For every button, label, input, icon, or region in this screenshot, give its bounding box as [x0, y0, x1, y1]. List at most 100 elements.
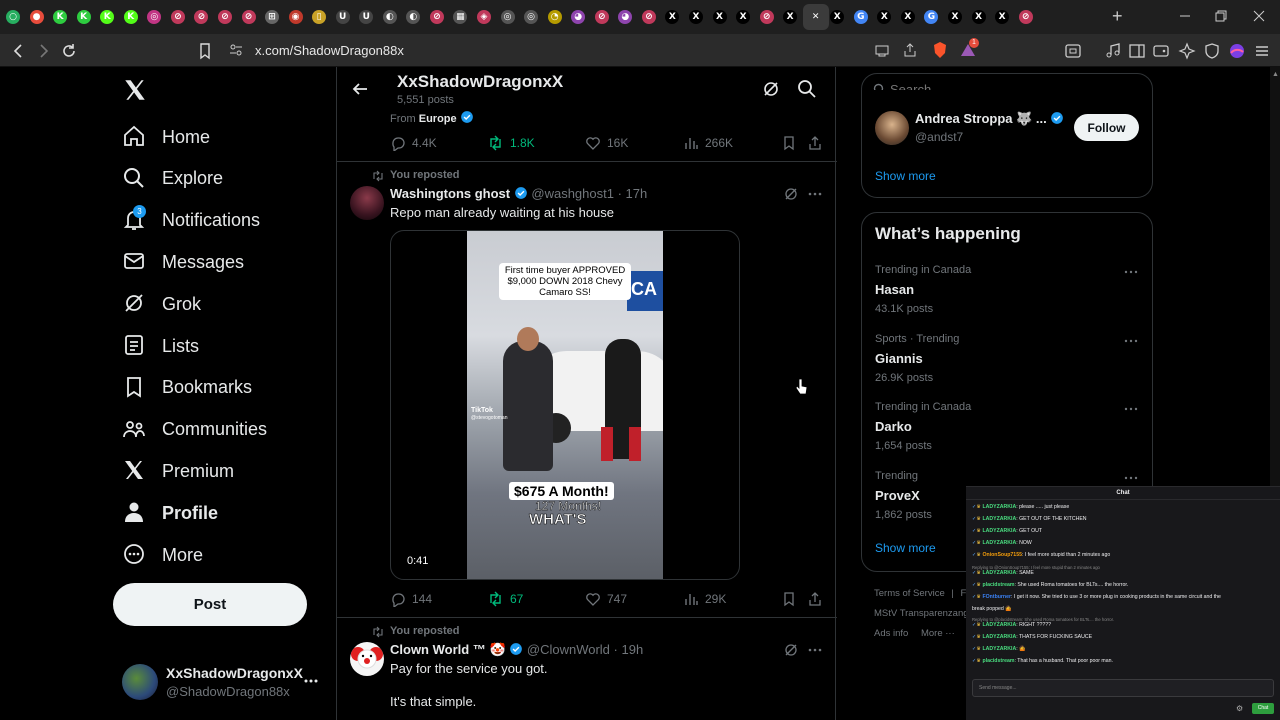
repost-button[interactable]: 1.8K — [487, 135, 535, 151]
wallet-icon[interactable] — [1152, 42, 1170, 60]
chat-username[interactable]: OnionSoup7155 — [982, 552, 1022, 558]
reload-icon[interactable] — [60, 42, 78, 60]
browser-tab[interactable]: ⊘ — [190, 6, 212, 28]
share-post-icon[interactable] — [807, 135, 823, 151]
nav-item-premium[interactable]: Premium — [122, 450, 234, 492]
screenshot-icon[interactable] — [1064, 42, 1082, 60]
browser-tab[interactable]: ◕ — [614, 6, 636, 28]
browser-tab[interactable]: ⊘ — [591, 6, 613, 28]
nav-item-explore[interactable]: Explore — [122, 158, 223, 200]
browser-tab[interactable]: ⊘ — [756, 6, 778, 28]
browser-tab[interactable]: ⊘ — [638, 6, 660, 28]
chat-username[interactable]: placidstream — [982, 582, 1014, 588]
views-button[interactable]: 29K — [683, 591, 726, 607]
tweet-time[interactable]: 19h — [622, 642, 644, 657]
browser-tab[interactable]: ◎ — [520, 6, 542, 28]
back-arrow-icon[interactable] — [351, 80, 369, 98]
browser-tab[interactable]: X — [732, 6, 754, 28]
browser-tab[interactable]: U — [355, 6, 377, 28]
chat-username[interactable]: LADYZARKIA — [982, 570, 1016, 576]
browser-tab[interactable]: G — [850, 6, 872, 28]
browser-tab[interactable]: K — [120, 6, 142, 28]
forward-icon[interactable] — [34, 42, 52, 60]
tweet-more-icon[interactable] — [807, 642, 823, 658]
author-avatar[interactable] — [350, 642, 384, 676]
chat-username[interactable]: LADYZARKIA — [982, 504, 1016, 510]
author-name[interactable]: Clown World ™ — [390, 642, 486, 657]
mstv-link[interactable]: MStV Transparenzang — [874, 608, 969, 619]
browser-tab[interactable]: ◎ — [143, 6, 165, 28]
back-icon[interactable] — [10, 42, 28, 60]
chat-username[interactable]: placidstream — [982, 658, 1014, 664]
nav-item-messages[interactable]: Messages — [122, 241, 244, 283]
browser-tab[interactable]: ⊘ — [167, 6, 189, 28]
video-player[interactable]: CA First time buyer APPROVED $9,000 DOWN… — [390, 230, 740, 580]
browser-tab[interactable]: X — [968, 6, 990, 28]
trend-more-icon[interactable] — [1124, 473, 1138, 483]
trend-more-icon[interactable] — [1124, 336, 1138, 346]
chat-username[interactable]: LADYZARKIA — [982, 540, 1016, 546]
chat-username[interactable]: LADYZARKIA — [982, 528, 1016, 534]
search-icon[interactable] — [797, 79, 817, 99]
browser-tab[interactable]: ◈ — [473, 6, 495, 28]
footer-more-link[interactable]: More ··· — [921, 628, 955, 639]
trend-more-icon[interactable] — [1124, 404, 1138, 414]
show-more-link[interactable]: Show more — [875, 541, 936, 555]
browser-tab[interactable]: ▯ — [308, 6, 330, 28]
browser-tab[interactable]: X — [897, 6, 919, 28]
terms-link[interactable]: Terms of Service — [874, 588, 945, 599]
follow-button[interactable]: Follow — [1074, 114, 1139, 141]
new-tab-button[interactable]: + — [1112, 6, 1128, 26]
grok-explain-icon[interactable] — [783, 186, 799, 202]
site-settings-icon[interactable] — [229, 43, 243, 57]
browser-tab[interactable]: ⊘ — [1015, 6, 1037, 28]
nav-item-communities[interactable]: Communities — [122, 409, 267, 451]
extension-icon[interactable] — [1228, 42, 1246, 60]
cast-icon[interactable] — [874, 42, 890, 58]
x-logo-icon[interactable] — [122, 77, 148, 103]
restore-icon[interactable] — [1214, 9, 1228, 23]
vpn-shield-icon[interactable] — [1203, 42, 1221, 60]
nav-item-lists[interactable]: Lists — [122, 325, 199, 367]
chat-username[interactable]: LADYZARKIA — [982, 646, 1016, 652]
bookmark-icon[interactable] — [781, 135, 797, 151]
scroll-up-icon[interactable]: ▲ — [1272, 71, 1279, 79]
nav-item-notifications[interactable]: 3 Notifications — [122, 200, 260, 242]
tweet-more-icon[interactable] — [807, 186, 823, 202]
nav-item-bookmarks[interactable]: Bookmarks — [122, 367, 252, 409]
views-button[interactable]: 266K — [683, 135, 733, 151]
browser-tab[interactable]: ⊞ — [261, 6, 283, 28]
suggested-name[interactable]: Andrea Stroppa 🐺 ... — [915, 111, 1047, 126]
browser-tab[interactable]: ◔ — [544, 6, 566, 28]
browser-tab[interactable]: X — [944, 6, 966, 28]
browser-tab[interactable]: ◉ — [285, 6, 307, 28]
browser-tab[interactable]: ◐ — [379, 6, 401, 28]
brave-rewards-icon[interactable]: 1 — [960, 38, 979, 59]
browser-tab[interactable]: K — [49, 6, 71, 28]
author-handle[interactable]: @washghost1 — [531, 186, 614, 201]
trend-item[interactable]: Trending in Canada Darko 1,654 posts — [875, 401, 1140, 461]
browser-tab[interactable]: X — [685, 6, 707, 28]
chat-username[interactable]: LADYZARKIA — [982, 516, 1016, 522]
browser-tab[interactable]: K — [96, 6, 118, 28]
share-icon[interactable] — [902, 42, 918, 58]
account-more-icon[interactable] — [303, 673, 319, 689]
browser-tab[interactable]: X — [873, 6, 895, 28]
tweet-time[interactable]: 17h — [626, 186, 648, 201]
address-bar[interactable]: x.com/ShadowDragon88x 1 — [220, 37, 980, 64]
author-name[interactable]: Washingtons ghost — [390, 186, 510, 201]
account-avatar[interactable] — [122, 664, 158, 700]
brave-shield-icon[interactable] — [932, 41, 948, 59]
browser-tab[interactable]: G — [920, 6, 942, 28]
browser-tab[interactable]: U — [332, 6, 354, 28]
browser-tab[interactable]: X — [709, 6, 731, 28]
browser-tab[interactable]: ○ — [2, 6, 24, 28]
menu-icon[interactable] — [1253, 42, 1271, 60]
author-avatar[interactable] — [350, 186, 384, 220]
browser-tab[interactable]: ⊘ — [214, 6, 236, 28]
browser-tab[interactable]: ▦ — [449, 6, 471, 28]
share-post-icon[interactable] — [807, 591, 823, 607]
browser-tab[interactable]: ● — [26, 6, 48, 28]
author-handle[interactable]: @ClownWorld — [527, 642, 610, 657]
trend-item[interactable]: Trending in Canada Hasan 43.1K posts — [875, 264, 1140, 324]
